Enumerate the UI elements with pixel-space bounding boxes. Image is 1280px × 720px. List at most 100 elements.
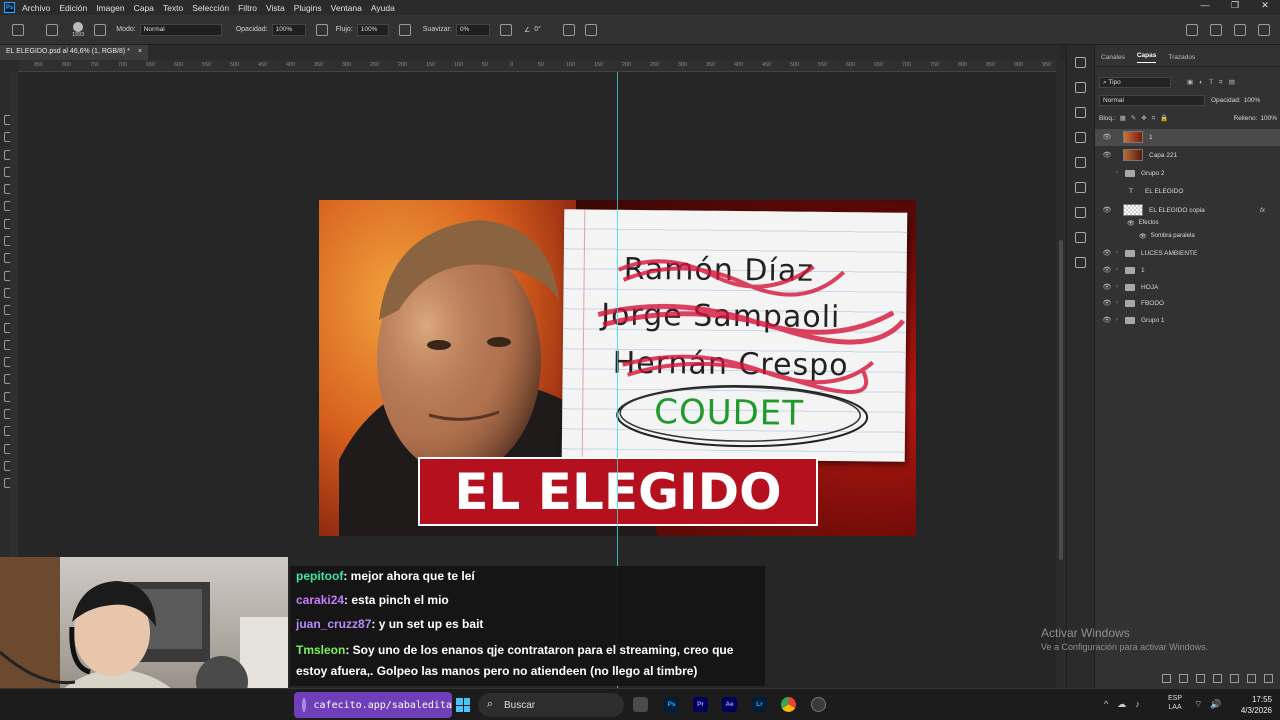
tray-icons[interactable]: ^☁♪ (1104, 699, 1149, 710)
expand-icon[interactable]: › (1113, 317, 1121, 323)
tab-canales[interactable]: Canales (1101, 54, 1125, 61)
paragraph-icon[interactable] (1075, 207, 1086, 218)
filter-icons[interactable]: ▣◐T⌗▤ (1187, 78, 1241, 87)
eye-icon[interactable]: 👁 (1139, 233, 1147, 240)
eye-icon[interactable]: 👁 (1101, 316, 1113, 324)
pressure-opacity-icon[interactable] (315, 23, 328, 36)
chrome-taskbar-icon[interactable] (781, 697, 796, 712)
document-tab[interactable]: EL ELEGIDO.psd al 46,6% (1, RGB/8) * × (0, 45, 148, 60)
search-icon[interactable] (1234, 24, 1246, 36)
layer-row[interactable]: 👁 › HOJA (1095, 279, 1280, 296)
layer-row[interactable]: 👁 Capa 221 (1095, 147, 1280, 164)
play-icon[interactable] (1075, 82, 1086, 93)
bell-icon[interactable] (1210, 24, 1222, 36)
photoshop-taskbar-icon[interactable]: Ps (664, 697, 679, 712)
menu-ayuda[interactable]: Ayuda (371, 3, 395, 13)
expand-icon[interactable]: › (1113, 284, 1121, 290)
panel-opacity-value[interactable]: 100% (1244, 97, 1261, 104)
blend-mode-select[interactable]: Normal (1099, 94, 1205, 106)
menu-ventana[interactable]: Ventana (331, 3, 362, 13)
volume-icon[interactable]: 🔊 (1210, 699, 1221, 710)
link-layers-icon[interactable] (1162, 674, 1171, 683)
effect-row[interactable]: 👁 Sombra paralela (1095, 230, 1280, 242)
symmetry-icon[interactable] (584, 23, 597, 36)
menu-archivo[interactable]: Archivo (22, 3, 50, 13)
minimize-icon[interactable]: — (1190, 0, 1220, 11)
workspace-icon[interactable] (1258, 24, 1270, 36)
mode-select[interactable]: Normal (139, 23, 222, 36)
lightroom-taskbar-icon[interactable]: Lr (752, 697, 767, 712)
new-group-icon[interactable] (1230, 674, 1239, 683)
info-icon[interactable] (1075, 132, 1086, 143)
eye-icon[interactable]: 👁 (1101, 299, 1113, 307)
history-icon[interactable] (1075, 57, 1086, 68)
flow-field[interactable]: 100% (356, 23, 389, 36)
maximize-icon[interactable]: ❐ (1220, 0, 1250, 11)
eye-icon[interactable]: 👁 (1127, 220, 1135, 227)
mask-icon[interactable] (1196, 674, 1205, 683)
layer-row[interactable]: 👁 › Grupo 1 (1095, 312, 1280, 329)
airbrush-icon[interactable] (398, 23, 411, 36)
expand-icon[interactable]: › (1113, 250, 1121, 256)
vertical-scrollbar[interactable] (1056, 60, 1066, 700)
gear-icon[interactable] (499, 23, 512, 36)
menu-texto[interactable]: Texto (163, 3, 183, 13)
new-layer-icon[interactable] (1247, 674, 1256, 683)
expand-icon[interactable]: › (1113, 267, 1121, 273)
layer-row[interactable]: › Grupo 2 (1095, 165, 1280, 182)
fill-value[interactable]: 100% (1260, 115, 1277, 122)
brush-tool-icon[interactable] (46, 23, 58, 36)
premiere-taskbar-icon[interactable]: Pr (693, 697, 708, 712)
menu-seleccion[interactable]: Selección (192, 3, 229, 13)
fx-add-icon[interactable] (1179, 674, 1188, 683)
character-icon[interactable] (1075, 182, 1086, 193)
system-clock[interactable]: 17:55 4/3/2026 (1228, 694, 1272, 716)
layer-row[interactable]: 👁 › 1 (1095, 262, 1280, 279)
taskbar-search[interactable]: ⌕ Buscar (478, 693, 624, 717)
tab-capas[interactable]: Capas (1136, 52, 1157, 63)
expand-icon[interactable]: › (1113, 170, 1121, 176)
share-icon[interactable] (1186, 24, 1198, 36)
fx-icon[interactable]: fx (1260, 207, 1265, 214)
menu-filtro[interactable]: Filtro (238, 3, 257, 13)
eye-icon[interactable]: 👁 (1101, 266, 1113, 274)
layer-row[interactable]: 👁 › FBODO (1095, 295, 1280, 312)
task-view-icon[interactable] (633, 697, 648, 712)
pressure-size-icon[interactable] (562, 23, 575, 36)
eye-icon[interactable]: 👁 (1101, 249, 1113, 257)
language-indicator[interactable]: ESP LAA (1168, 694, 1182, 712)
layer-row[interactable]: T EL ELEGIDO (1095, 183, 1280, 200)
adjustment-layer-icon[interactable] (1213, 674, 1222, 683)
eye-icon[interactable]: 👁 (1101, 133, 1113, 141)
eye-icon[interactable]: 👁 (1101, 151, 1113, 159)
scrollbar-thumb[interactable] (1059, 240, 1063, 560)
properties-icon[interactable] (1075, 257, 1086, 268)
layer-row[interactable]: 👁 1 (1095, 129, 1280, 146)
libraries-icon[interactable] (1075, 232, 1086, 243)
brush-settings-icon[interactable] (94, 23, 107, 36)
menu-imagen[interactable]: Imagen (96, 3, 124, 13)
angle-field[interactable]: 0° (534, 26, 541, 33)
home-icon[interactable] (12, 23, 24, 36)
menu-capa[interactable]: Capa (134, 3, 154, 13)
smoothing-field[interactable]: 0% (455, 23, 490, 36)
menu-edicion[interactable]: Edición (59, 3, 87, 13)
close-tab-icon[interactable]: × (138, 48, 142, 55)
comments-icon[interactable] (1075, 107, 1086, 118)
eye-icon[interactable]: 👁 (1101, 206, 1113, 214)
close-icon[interactable]: ✕ (1250, 0, 1280, 11)
windows-start-icon[interactable] (456, 698, 470, 712)
layer-row[interactable]: 👁 › LUCES AMBIENTE (1095, 245, 1280, 262)
lock-icons[interactable]: ▦✎✥⌗🔒 (1120, 114, 1174, 123)
brush-preview-icon[interactable] (73, 21, 84, 32)
after-effects-taskbar-icon[interactable]: Ae (722, 697, 737, 712)
obs-taskbar-icon[interactable] (811, 697, 826, 712)
eye-icon[interactable]: 👁 (1101, 283, 1113, 291)
effects-row[interactable]: 👁 Efectos (1095, 217, 1280, 229)
tab-trazados[interactable]: Trazados (1168, 54, 1195, 61)
layer-filter-select[interactable]: ⌕ Tipo (1099, 76, 1171, 88)
trash-icon[interactable] (1264, 674, 1273, 683)
menu-plugins[interactable]: Plugins (294, 3, 322, 13)
expand-icon[interactable]: › (1113, 300, 1121, 306)
adjustments-icon[interactable] (1075, 157, 1086, 168)
